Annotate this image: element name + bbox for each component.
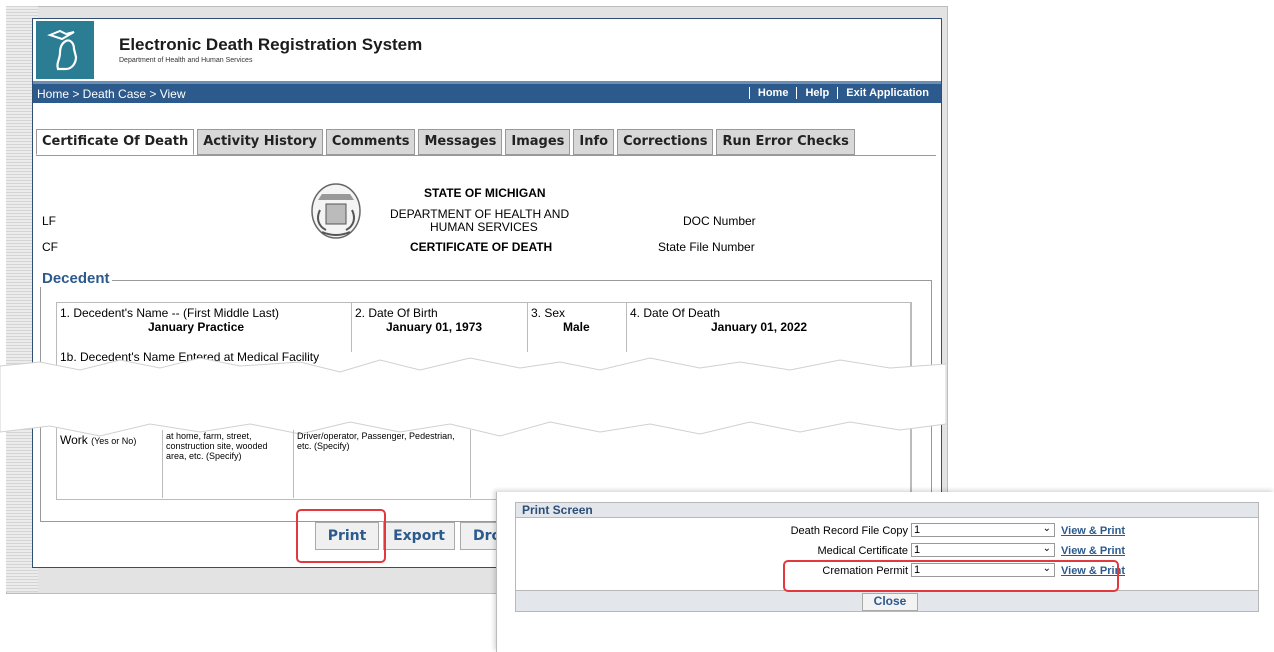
copies-select[interactable]: 1 ⌄ — [911, 523, 1055, 537]
dob-label: 2. Date Of Birth — [355, 306, 438, 320]
decedent-legend: Decedent — [40, 270, 112, 287]
tab-activity-history[interactable]: Activity History — [197, 129, 323, 155]
grid-divider — [351, 302, 352, 352]
place-hint: at home, farm, street, construction site… — [166, 431, 268, 461]
grid-divider — [56, 430, 57, 498]
print-screen-footer: Close — [515, 590, 1259, 612]
grid-divider — [626, 302, 627, 352]
name-label: 1. Decedent's Name -- (First Middle Last… — [60, 306, 280, 320]
view-print-link[interactable]: View & Print — [1061, 545, 1125, 557]
nav-home-link[interactable]: Home — [748, 87, 797, 99]
dob-value: January 01, 1973 — [386, 320, 483, 334]
print-highlight — [296, 509, 386, 563]
dept-heading-2: HUMAN SERVICES — [430, 220, 538, 234]
nav-exit-link[interactable]: Exit Application — [837, 87, 937, 99]
tab-info[interactable]: Info — [573, 129, 615, 155]
print-row-medical-certificate: Medical Certificate 1 ⌄ View & Print — [516, 542, 1260, 560]
grid-divider — [162, 430, 163, 498]
dod-label: 4. Date Of Death — [630, 306, 721, 320]
cremation-permit-highlight — [783, 560, 1119, 592]
certificate-title: CERTIFICATE OF DEATH — [410, 240, 553, 254]
close-button[interactable]: Close — [862, 593, 918, 611]
grid-divider — [527, 302, 528, 352]
print-row-label: Medical Certificate — [817, 545, 908, 557]
michigan-logo-icon — [36, 21, 94, 79]
tab-images[interactable]: Images — [505, 129, 571, 155]
sex-label: 3. Sex — [531, 306, 566, 320]
tab-corrections[interactable]: Corrections — [617, 129, 714, 155]
chevron-down-icon: ⌄ — [1042, 543, 1051, 554]
app-title: Electronic Death Registration System — [119, 35, 423, 54]
cf-label: CF — [42, 240, 58, 254]
nav-links: Home Help Exit Application — [748, 87, 937, 99]
lf-label: LF — [42, 214, 57, 228]
name-value: January Practice — [148, 320, 245, 334]
state-heading: STATE OF MICHIGAN — [424, 186, 546, 200]
grid-divider — [293, 430, 294, 498]
state-seal-icon — [311, 183, 361, 239]
tab-bar: Certificate Of Death Activity History Co… — [36, 129, 858, 155]
tab-divider — [36, 155, 936, 156]
print-row-label: Death Record File Copy — [790, 525, 908, 537]
chevron-down-icon: ⌄ — [1042, 523, 1051, 534]
breadcrumb[interactable]: Home > Death Case > View — [37, 87, 186, 101]
tab-certificate-of-death[interactable]: Certificate Of Death — [36, 129, 195, 155]
work-label: Work (Yes or No) — [60, 433, 137, 447]
sex-value: Male — [563, 320, 590, 334]
tab-comments[interactable]: Comments — [325, 129, 416, 155]
dept-heading: DEPARTMENT OF HEALTH AND — [390, 207, 570, 221]
print-row-death-record: Death Record File Copy 1 ⌄ View & Print — [516, 522, 1260, 540]
dod-value: January 01, 2022 — [711, 320, 808, 334]
nav-help-link[interactable]: Help — [796, 87, 837, 99]
role-hint: Driver/operator, Passenger, Pedestrian, … — [297, 431, 455, 451]
print-screen-dialog: Print Screen Death Record File Copy 1 ⌄ V… — [496, 492, 1274, 652]
tab-run-error-checks[interactable]: Run Error Checks — [716, 129, 855, 155]
torn-paper-divider — [0, 357, 946, 437]
copies-select[interactable]: 1 ⌄ — [911, 543, 1055, 557]
grid-divider — [470, 430, 471, 498]
tab-messages[interactable]: Messages — [418, 129, 503, 155]
app-subtitle: Department of Health and Human Services — [119, 57, 253, 64]
state-file-number-label: State File Number — [658, 240, 755, 254]
view-print-link[interactable]: View & Print — [1061, 525, 1125, 537]
nav-bar: Home > Death Case > View Home Help Exit … — [33, 81, 941, 103]
print-screen-title: Print Screen — [515, 502, 1259, 518]
doc-number-label: DOC Number — [683, 214, 756, 228]
banner: Electronic Death Registration System Dep… — [33, 19, 941, 81]
export-button[interactable]: Export — [383, 522, 455, 550]
